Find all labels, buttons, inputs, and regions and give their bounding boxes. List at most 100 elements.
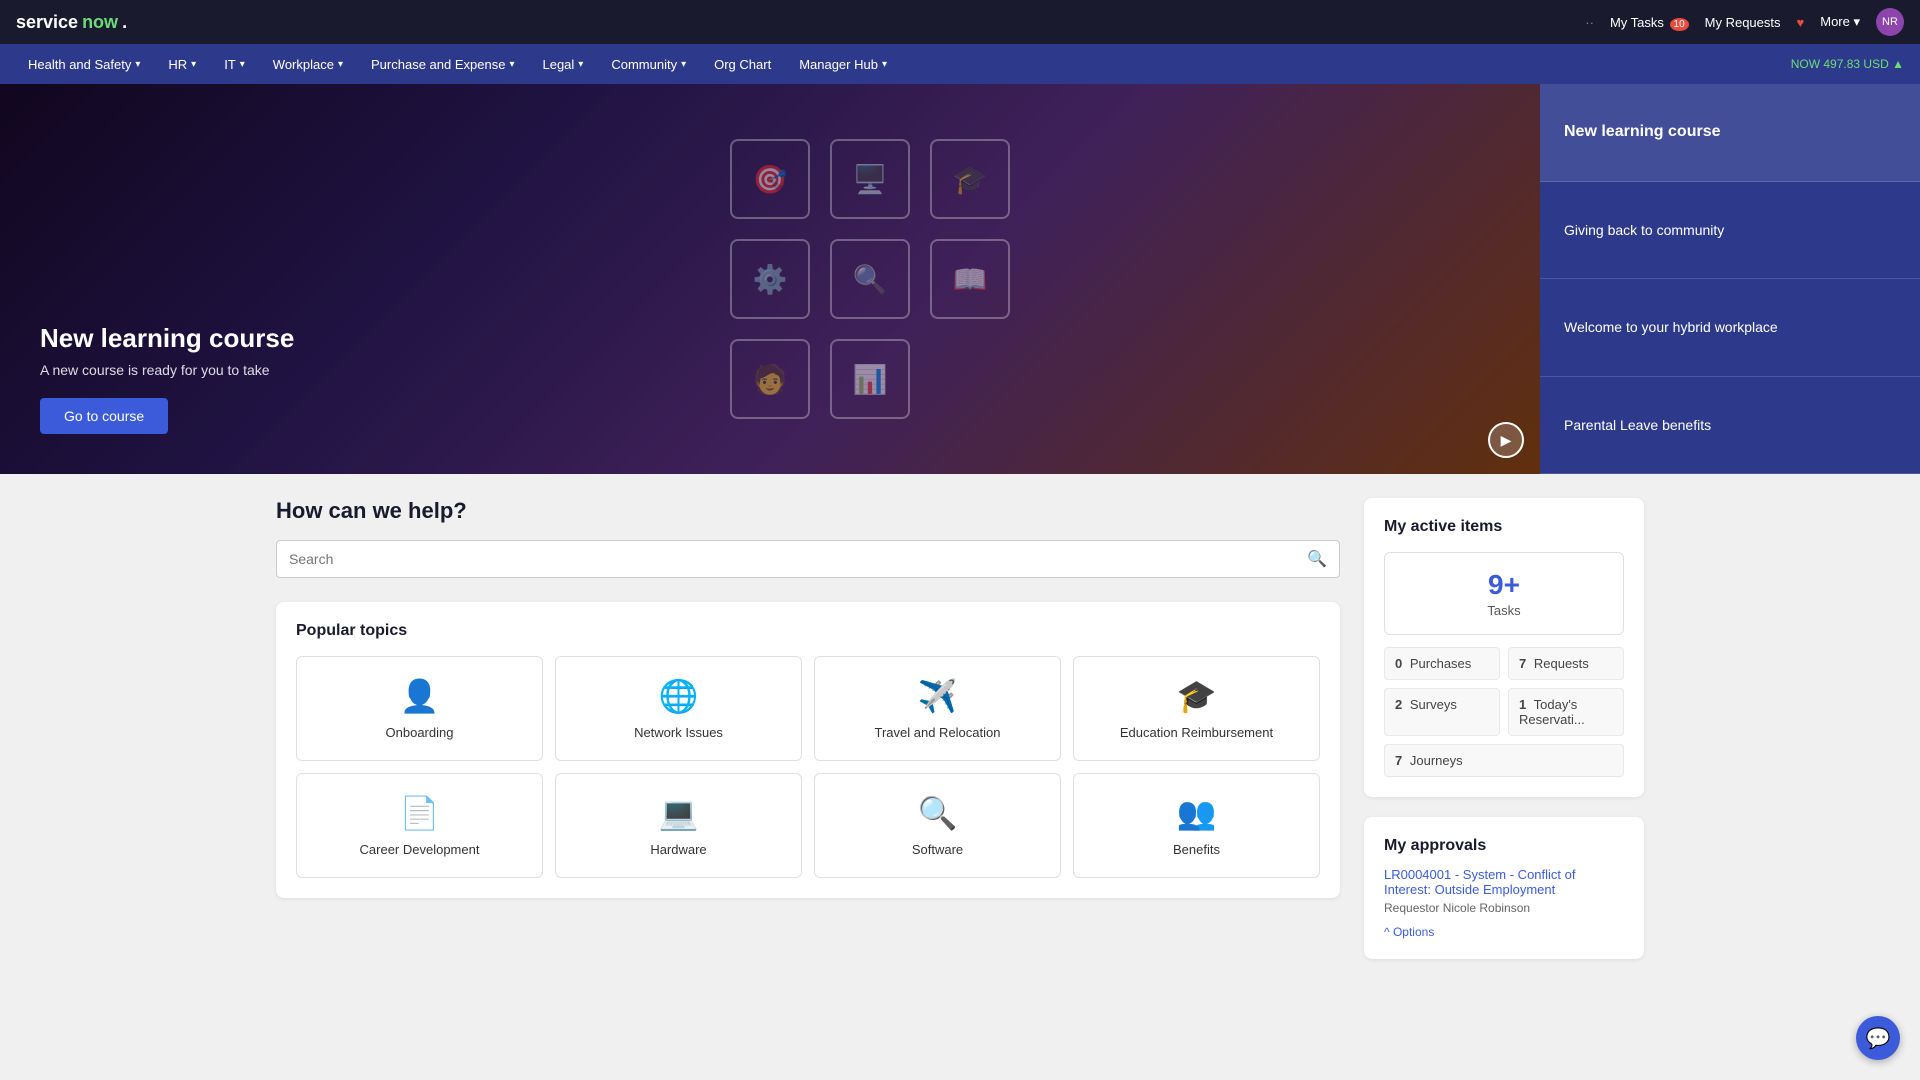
stat-surveys[interactable]: 2 Surveys — [1384, 688, 1500, 736]
sec-nav-items: Health and Safety ▾ HR ▾ IT ▾ Workplace … — [16, 49, 899, 80]
icon-monitor: 🖥️ — [830, 139, 910, 219]
nav-manager-hub[interactable]: Manager Hub ▾ — [787, 49, 899, 80]
topic-network-issues[interactable]: 🌐 Network Issues — [555, 656, 802, 761]
tasks-count-box[interactable]: 9+ Tasks — [1384, 552, 1624, 635]
chat-button[interactable]: 💬 — [1856, 1016, 1900, 1060]
search-input[interactable] — [289, 551, 1307, 567]
chevron-down-icon: ▾ — [578, 59, 583, 70]
topic-software-label: Software — [912, 842, 963, 857]
popular-topics-section: Popular topics 👤 Onboarding 🌐 Network Is… — [276, 602, 1340, 898]
nav-community[interactable]: Community ▾ — [599, 49, 698, 80]
topic-benefits[interactable]: 👥 Benefits — [1073, 773, 1320, 878]
surveys-count: 2 — [1395, 697, 1402, 712]
hero-slide-1[interactable]: New learning course — [1540, 84, 1920, 182]
hero-slide-4[interactable]: Parental Leave benefits — [1540, 377, 1920, 475]
nav-dots: ·· — [1585, 15, 1594, 30]
avatar[interactable]: NR — [1876, 8, 1904, 36]
topic-onboarding-label: Onboarding — [386, 725, 454, 740]
tasks-label: Tasks — [1401, 603, 1607, 618]
sidebar: My active items 9+ Tasks 0 Purchases 7 R… — [1364, 498, 1644, 959]
reservations-count: 1 — [1519, 697, 1526, 712]
topic-travel-relocation[interactable]: ✈️ Travel and Relocation — [814, 656, 1061, 761]
topic-education-reimbursement[interactable]: 🎓 Education Reimbursement — [1073, 656, 1320, 761]
requests-count: 7 — [1519, 656, 1526, 671]
active-items-title: My active items — [1384, 518, 1624, 536]
more-menu[interactable]: More ▾ — [1820, 14, 1860, 30]
balance-arrow-icon: ▲ — [1892, 57, 1904, 71]
stat-reservations[interactable]: 1 Today's Reservati... — [1508, 688, 1624, 736]
travel-icon: ✈️ — [918, 677, 958, 715]
surveys-label: Surveys — [1410, 697, 1457, 712]
topic-career-label: Career Development — [360, 842, 480, 857]
chevron-down-icon: ▾ — [509, 59, 514, 70]
hero-slide-2[interactable]: Giving back to community — [1540, 182, 1920, 280]
hardware-icon: 💻 — [659, 794, 699, 832]
purchases-count: 0 — [1395, 656, 1402, 671]
approvals-card: My approvals LR0004001 - System - Confli… — [1364, 817, 1644, 959]
top-nav-right: ·· My Tasks 10 My Requests ♥ More ▾ NR — [1585, 8, 1904, 36]
career-icon: 📄 — [400, 794, 440, 832]
journeys-count: 7 — [1395, 753, 1402, 768]
stat-requests[interactable]: 7 Requests — [1508, 647, 1624, 680]
hero-slide-3[interactable]: Welcome to your hybrid workplace — [1540, 279, 1920, 377]
purchases-label: Purchases — [1410, 656, 1471, 671]
go-to-course-button[interactable]: Go to course — [40, 398, 168, 434]
logo-area: servicenow. — [16, 12, 127, 33]
chevron-down-icon: ▾ — [882, 59, 887, 70]
help-title: How can we help? — [276, 498, 1340, 524]
hero-subtitle: A new course is ready for you to take — [40, 362, 1500, 378]
nav-workplace[interactable]: Workplace ▾ — [261, 49, 355, 80]
education-icon: 🎓 — [1177, 677, 1217, 715]
reservations-label: Today's Reservati... — [1519, 697, 1585, 727]
logo-dot: . — [122, 12, 127, 33]
chat-icon: 💬 — [1866, 1026, 1891, 1051]
nav-it[interactable]: IT ▾ — [212, 49, 257, 80]
topic-career-development[interactable]: 📄 Career Development — [296, 773, 543, 878]
nav-legal[interactable]: Legal ▾ — [530, 49, 595, 80]
chevron-down-icon: ▾ — [191, 59, 196, 70]
hero-slides-panel: New learning course Giving back to commu… — [1540, 84, 1920, 474]
topic-software[interactable]: 🔍 Software — [814, 773, 1061, 878]
network-icon: 🌐 — [659, 677, 699, 715]
nav-org-chart[interactable]: Org Chart — [702, 49, 783, 80]
logo-service: service — [16, 12, 78, 33]
nav-purchase-expense[interactable]: Purchase and Expense ▾ — [359, 49, 526, 80]
popular-topics-title: Popular topics — [296, 622, 1320, 640]
journeys-label: Journeys — [1410, 753, 1463, 768]
stat-journeys[interactable]: 7 Journeys — [1384, 744, 1624, 777]
benefits-icon: 👥 — [1177, 794, 1217, 832]
main-content: How can we help? 🔍 Popular topics 👤 Onbo… — [260, 474, 1660, 983]
nav-hr[interactable]: HR ▾ — [156, 49, 208, 80]
chevron-down-icon: ▾ — [338, 59, 343, 70]
my-tasks[interactable]: My Tasks 10 — [1610, 15, 1689, 30]
software-icon: 🔍 — [918, 794, 958, 832]
heart-icon: ♥ — [1797, 15, 1805, 30]
chevron-down-icon: ▾ — [681, 59, 686, 70]
topic-travel-label: Travel and Relocation — [875, 725, 1001, 740]
search-icon: 🔍 — [1307, 549, 1327, 569]
options-link[interactable]: ^ Options — [1384, 925, 1434, 939]
balance-display: NOW 497.83 USD ▲ — [1791, 57, 1904, 71]
hero-section: 🎯 🖥️ 🎓 ⚙️ 🔍 📖 🧑 📊 New learning course A … — [0, 84, 1920, 474]
logo[interactable]: servicenow. — [16, 12, 127, 33]
topic-benefits-label: Benefits — [1173, 842, 1220, 857]
logo-now: now — [82, 12, 118, 33]
approval-link[interactable]: LR0004001 - System - Conflict of Interes… — [1384, 867, 1624, 897]
search-box[interactable]: 🔍 — [276, 540, 1340, 578]
secondary-navigation: Health and Safety ▾ HR ▾ IT ▾ Workplace … — [0, 44, 1920, 84]
topics-grid: 👤 Onboarding 🌐 Network Issues ✈️ Travel … — [296, 656, 1320, 878]
onboarding-icon: 👤 — [400, 677, 440, 715]
topic-hardware-label: Hardware — [650, 842, 706, 857]
nav-health-safety[interactable]: Health and Safety ▾ — [16, 49, 152, 80]
chevron-down-icon: ▾ — [240, 59, 245, 70]
play-button[interactable]: ▶ — [1488, 422, 1524, 458]
icon-gears: ⚙️ — [730, 239, 810, 319]
stat-purchases[interactable]: 0 Purchases — [1384, 647, 1500, 680]
topic-hardware[interactable]: 💻 Hardware — [555, 773, 802, 878]
topic-network-label: Network Issues — [634, 725, 723, 740]
chevron-down-icon: ▾ — [135, 59, 140, 70]
active-items-card: My active items 9+ Tasks 0 Purchases 7 R… — [1364, 498, 1644, 797]
topic-onboarding[interactable]: 👤 Onboarding — [296, 656, 543, 761]
my-requests[interactable]: My Requests — [1705, 15, 1781, 30]
hero-title: New learning course — [40, 323, 1500, 354]
